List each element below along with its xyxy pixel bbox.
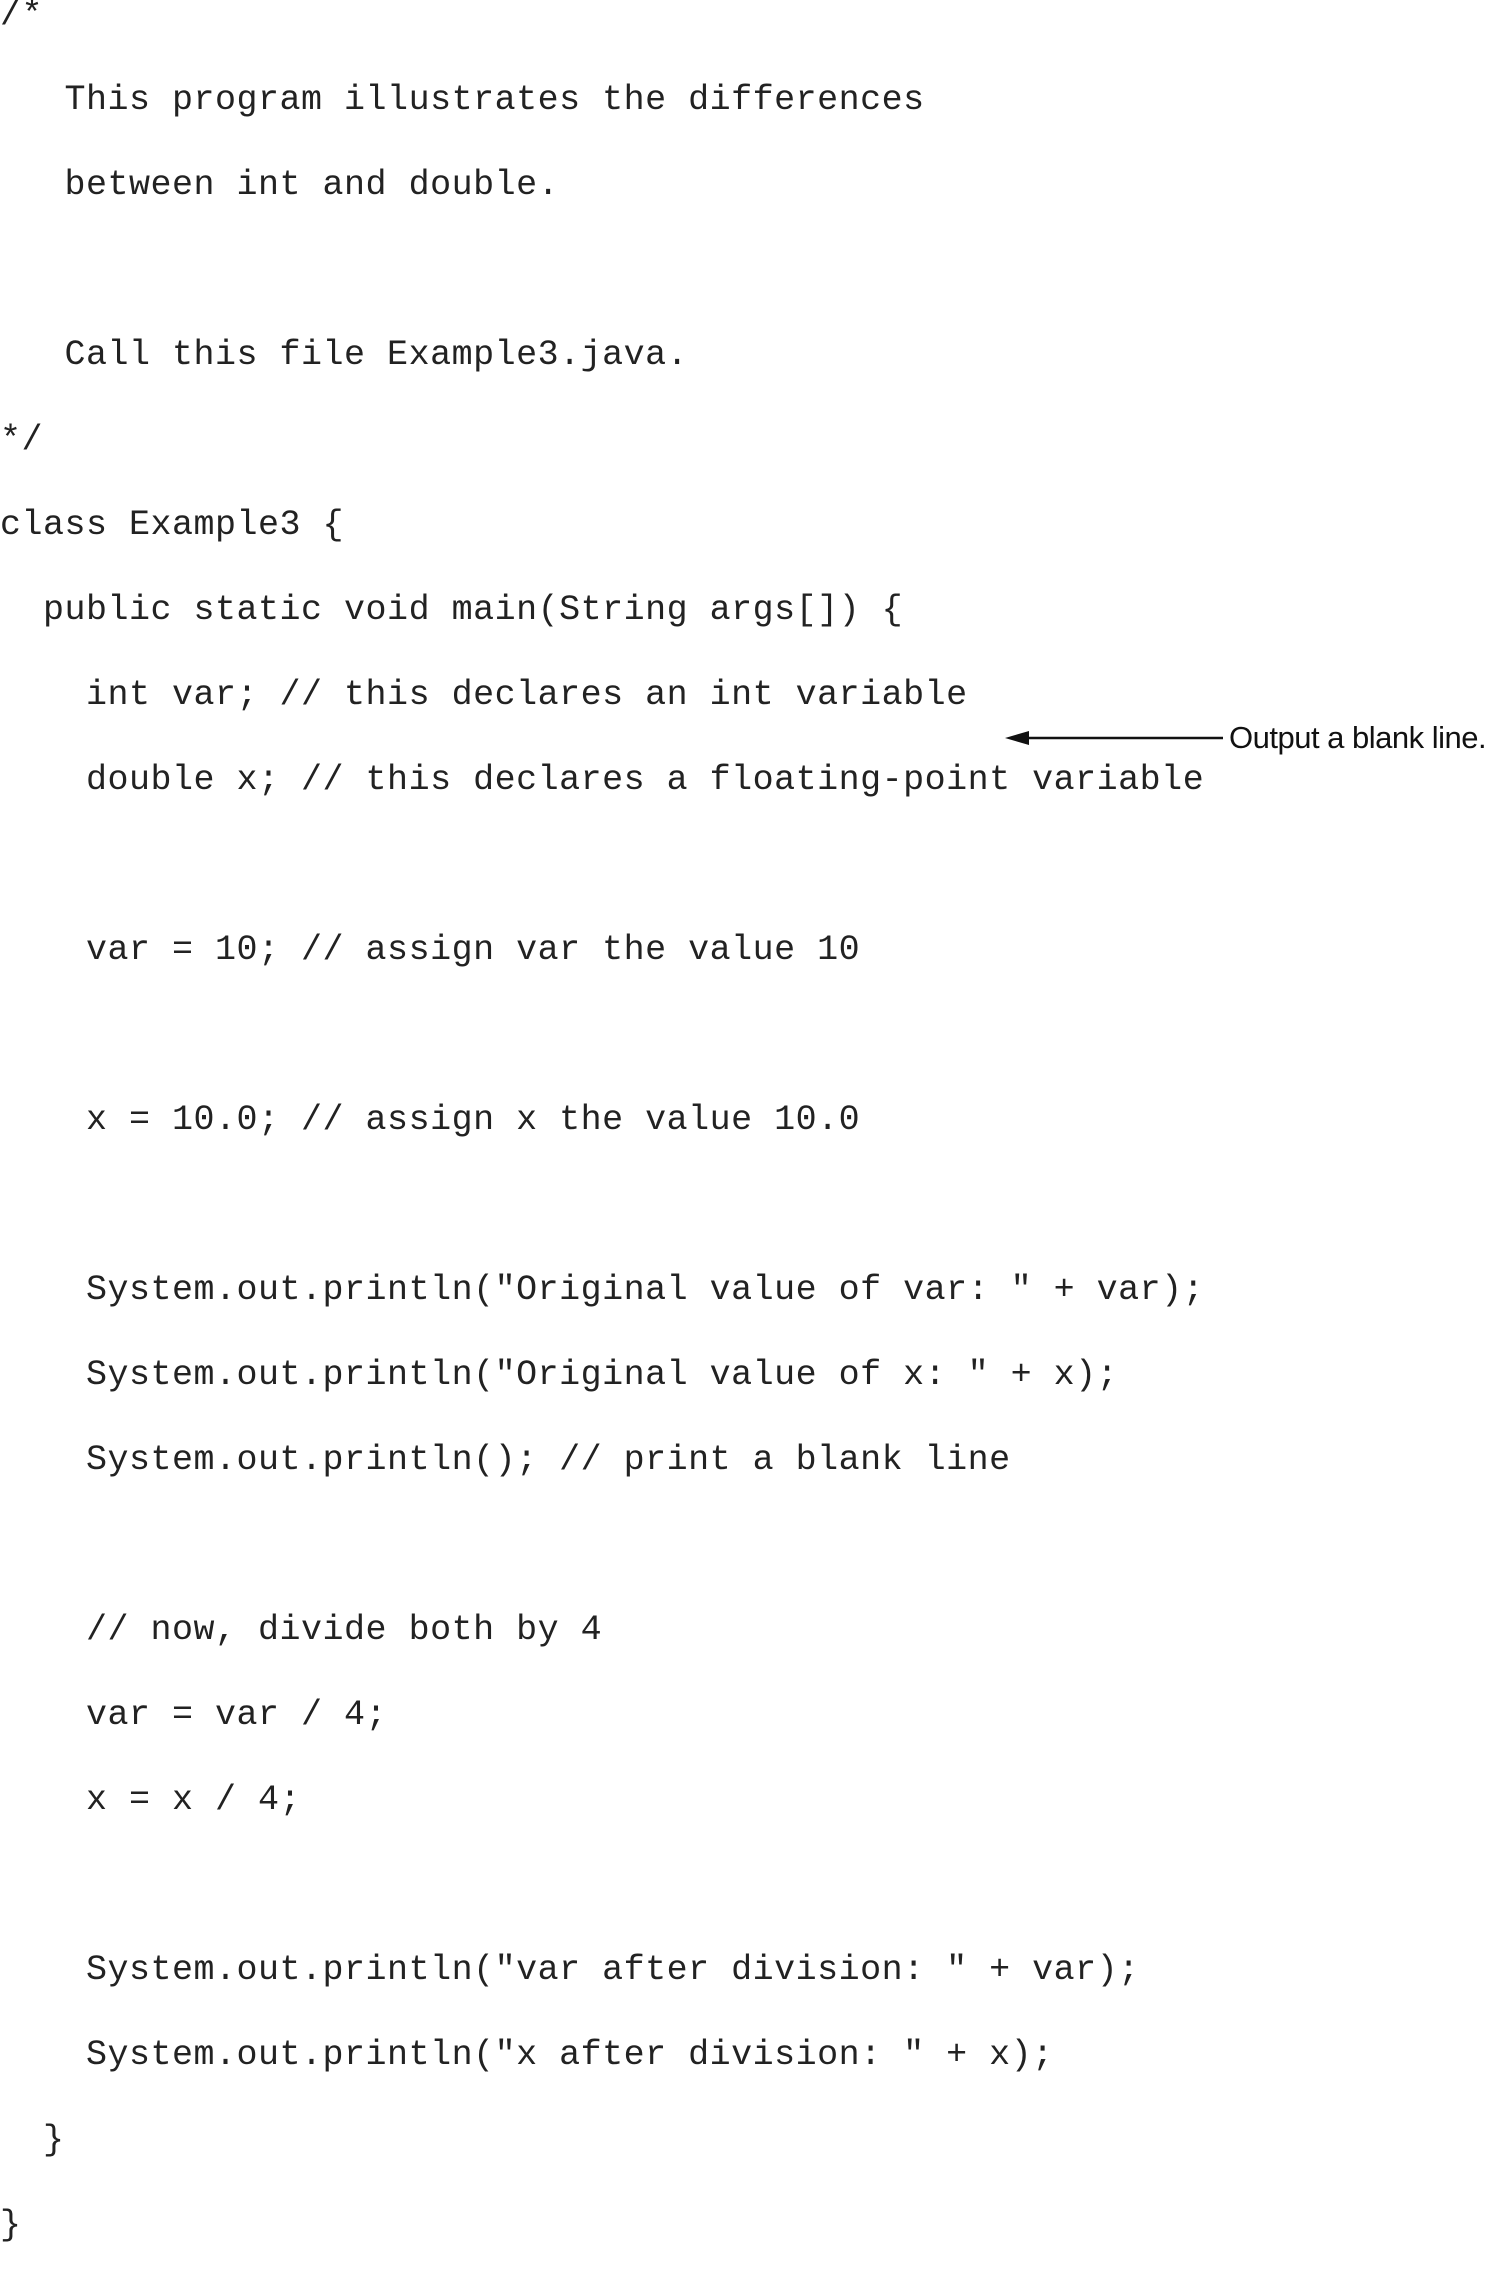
code-line: x = 10.0; // assign x the value 10.0 (0, 1100, 861, 1140)
code-line: */ (0, 420, 44, 460)
code-line: System.out.println(); // print a blank l… (0, 1440, 1011, 1480)
code-line: x = x / 4; (0, 1780, 302, 1820)
code-listing: /* This program illustrates the differen… (0, 0, 1204, 2276)
code-line: between int and double. (0, 165, 560, 205)
code-line: System.out.println("Original value of va… (0, 1270, 1205, 1310)
left-arrow-icon (1005, 731, 1223, 745)
code-line: public static void main(String args[]) { (0, 590, 904, 630)
code-line: Call this file Example3.java. (0, 335, 689, 375)
code-line: double x; // this declares a floating-po… (0, 760, 1205, 800)
code-line: int var; // this declares an int variabl… (0, 675, 968, 715)
callout-label: Output a blank line. (1229, 720, 1487, 755)
code-line: This program illustrates the differences (0, 80, 925, 120)
code-line: System.out.println("Original value of x:… (0, 1355, 1119, 1395)
code-line: System.out.println("x after division: " … (0, 2035, 1054, 2075)
callout-annotation: Output a blank line. (1005, 716, 1487, 760)
code-line: var = 10; // assign var the value 10 (0, 930, 861, 970)
code-line: } (0, 2205, 22, 2245)
code-line: } (0, 2120, 65, 2160)
code-line: class Example3 { (0, 505, 345, 545)
code-line: System.out.println("var after division: … (0, 1950, 1140, 1990)
code-line: var = var / 4; (0, 1695, 388, 1735)
code-line: /* (0, 0, 44, 35)
code-line: // now, divide both by 4 (0, 1610, 603, 1650)
